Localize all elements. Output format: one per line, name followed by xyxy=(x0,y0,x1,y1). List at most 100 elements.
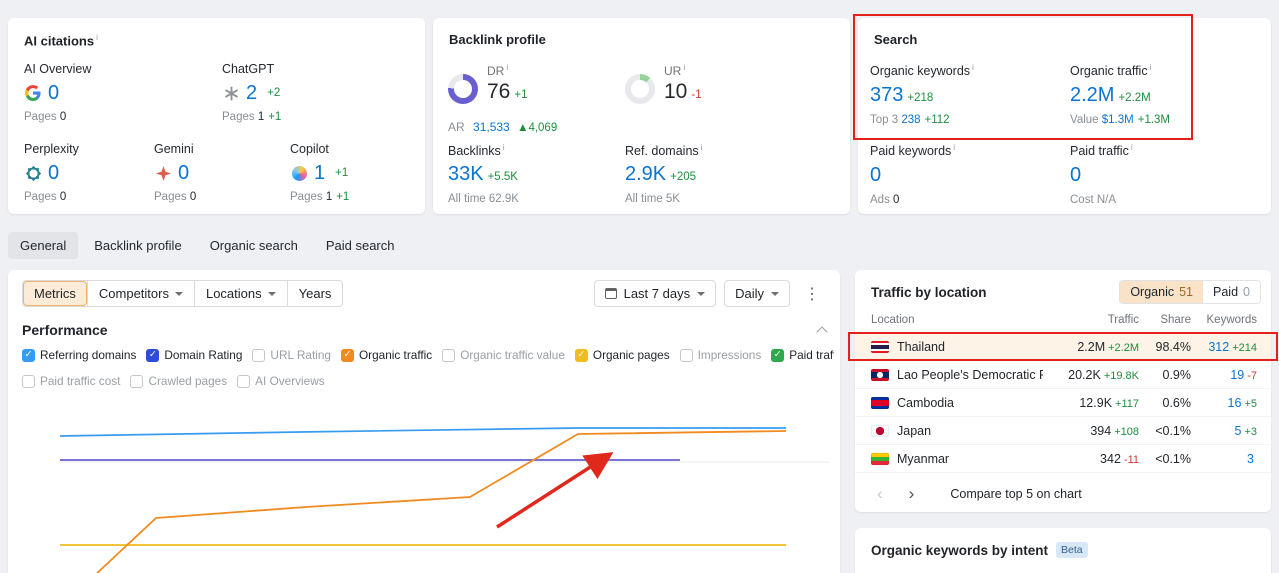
location-link[interactable]: Lao People's Democratic Reput xyxy=(897,368,1043,382)
performance-title: Performance xyxy=(22,322,108,338)
organic-keywords-value[interactable]: 373 xyxy=(870,84,903,106)
metric-ai-overviews[interactable]: AI Overviews xyxy=(237,374,325,388)
location-link[interactable]: Thailand xyxy=(897,340,945,354)
metric-toggles-row-1: Referring domains Domain Rating URL Rati… xyxy=(22,348,834,362)
paid-keywords-block: Paid keywords i 0 Ads 0 xyxy=(870,142,956,207)
table-row-thailand[interactable]: Thailand 2.2M +2.2M 98.4% 312 +214 xyxy=(848,332,1278,361)
info-icon: i xyxy=(502,142,505,152)
paid-toggle[interactable]: Paid 0 xyxy=(1203,281,1260,303)
tab-organic-search[interactable]: Organic search xyxy=(198,232,310,259)
gemini-count[interactable]: 0 xyxy=(178,162,189,184)
copilot-count[interactable]: 1 xyxy=(314,162,325,184)
ur-block: UR i 10 -1 xyxy=(664,62,702,103)
location-link[interactable]: Japan xyxy=(897,424,931,438)
checkbox-unchecked xyxy=(679,348,693,362)
pages-label: Pages xyxy=(24,191,57,203)
annotation-red-arrow xyxy=(496,452,614,529)
ar-value[interactable]: 31,533 xyxy=(473,120,510,134)
checkbox-checked xyxy=(771,348,785,362)
cambodia-flag-icon xyxy=(871,396,889,409)
paid-traffic-value[interactable]: 0 xyxy=(1070,164,1081,186)
keywords-link[interactable]: 5 xyxy=(1235,424,1242,438)
checkbox-unchecked xyxy=(130,374,144,388)
metric-impressions[interactable]: Impressions xyxy=(679,348,761,362)
date-range-dropdown[interactable]: Last 7 days xyxy=(593,280,717,307)
location-link[interactable]: Myanmar xyxy=(897,452,949,466)
competitors-dropdown[interactable]: Competitors xyxy=(86,281,194,306)
keywords-link[interactable]: 16 xyxy=(1228,396,1242,410)
metric-organic-traffic[interactable]: Organic traffic xyxy=(340,348,432,362)
ai-overview-count[interactable]: 0 xyxy=(48,82,59,104)
chatgpt-count[interactable]: 2 xyxy=(246,82,257,104)
metric-paid-traffic-cost[interactable]: Paid traffic cost xyxy=(22,374,120,388)
ai-citations-title: AI citations i xyxy=(24,32,98,49)
metric-organic-traffic-value[interactable]: Organic traffic value xyxy=(442,348,565,362)
checkbox-checked xyxy=(146,348,160,362)
dr-donut xyxy=(448,74,478,104)
myanmar-flag-icon xyxy=(871,452,889,465)
checkbox-checked xyxy=(574,348,588,362)
metric-organic-pages[interactable]: Organic pages xyxy=(574,348,670,362)
pages-label: Pages xyxy=(24,111,57,123)
backlink-profile-title: Backlink profile xyxy=(449,32,546,47)
ref-domains-value[interactable]: 2.9K xyxy=(625,163,666,185)
chatgpt-label: ChatGPT xyxy=(222,62,275,76)
metric-url-rating[interactable]: URL Rating xyxy=(252,348,331,362)
kebab-menu-icon[interactable]: ⋮ xyxy=(798,282,826,306)
perplexity-count[interactable]: 0 xyxy=(48,162,59,184)
ar-label: AR xyxy=(448,120,465,134)
ref-domains-label: Ref. domains xyxy=(625,144,699,159)
table-row-myanmar[interactable]: Myanmar 342 -11 <0.1% 3 xyxy=(855,445,1271,473)
metrics-button[interactable]: Metrics xyxy=(23,281,87,306)
keywords-link[interactable]: 3 xyxy=(1247,452,1254,466)
paid-keywords-value[interactable]: 0 xyxy=(870,164,881,186)
tab-backlink-profile[interactable]: Backlink profile xyxy=(82,232,193,259)
ref-domains-alltime: 5K xyxy=(665,193,680,206)
organic-keywords-label: Organic keywords xyxy=(870,64,971,79)
organic-toggle[interactable]: Organic 51 xyxy=(1120,281,1204,303)
chatgpt-icon xyxy=(222,84,240,102)
compare-top5-button[interactable]: Compare top 5 on chart xyxy=(950,487,1081,501)
metrics-button-group: Metrics Competitors Locations Years xyxy=(22,280,344,307)
metric-referring-domains[interactable]: Referring domains xyxy=(22,348,136,362)
next-page-icon[interactable]: › xyxy=(903,483,921,504)
table-row-japan[interactable]: Japan 394 +108 <0.1% 5 +3 xyxy=(855,417,1271,445)
google-icon xyxy=(24,84,42,102)
metric-paid-traffic[interactable]: Paid traffic xyxy=(771,348,834,362)
metric-crawled-pages[interactable]: Crawled pages xyxy=(130,374,227,388)
prev-page-icon[interactable]: ‹ xyxy=(871,483,889,504)
info-icon: i xyxy=(506,62,509,72)
keywords-link[interactable]: 312 xyxy=(1208,340,1229,354)
series-organic-traffic xyxy=(95,430,787,573)
pages-count: 1 xyxy=(257,111,265,123)
keywords-link[interactable]: 19 xyxy=(1230,368,1244,382)
location-link[interactable]: Cambodia xyxy=(897,396,954,410)
locations-dropdown[interactable]: Locations xyxy=(193,281,287,306)
granularity-dropdown[interactable]: Daily xyxy=(724,280,790,307)
checkbox-unchecked xyxy=(22,374,35,388)
collapse-chevron-icon[interactable] xyxy=(816,325,828,338)
tab-general[interactable]: General xyxy=(8,232,79,259)
thailand-flag-icon xyxy=(871,340,889,353)
laos-flag-icon xyxy=(871,368,889,381)
perplexity-block: Perplexity 0 Pages 0 xyxy=(24,142,156,203)
table-row-cambodia[interactable]: Cambodia 12.9K +117 0.6% 16 +5 xyxy=(855,389,1271,417)
ref-domains-block: Ref. domains i 2.9K +205 All time 5K xyxy=(625,142,703,206)
ai-overview-label: AI Overview xyxy=(24,62,92,76)
years-button[interactable]: Years xyxy=(286,281,343,306)
traffic-value-link[interactable]: $1.3M xyxy=(1102,114,1134,126)
ur-label: UR xyxy=(664,64,682,78)
chatgpt-block: ChatGPT 2 +2 Pages 1 +1 xyxy=(222,62,354,123)
dr-block: DR i 76 +1 xyxy=(487,62,528,103)
backlinks-value[interactable]: 33K xyxy=(448,163,484,185)
top3-value[interactable]: 238 xyxy=(901,114,920,126)
organic-traffic-value[interactable]: 2.2M xyxy=(1070,84,1114,106)
pages-count: 0 xyxy=(59,111,67,123)
tab-paid-search[interactable]: Paid search xyxy=(314,232,407,259)
info-icon: i xyxy=(1149,62,1152,72)
gemini-label: Gemini xyxy=(154,142,194,156)
copilot-icon xyxy=(290,164,308,182)
metric-domain-rating[interactable]: Domain Rating xyxy=(146,348,242,362)
table-row-laos[interactable]: Lao People's Democratic Reput 20.2K+19.8… xyxy=(855,361,1271,389)
report-tabs: General Backlink profile Organic search … xyxy=(8,232,407,259)
